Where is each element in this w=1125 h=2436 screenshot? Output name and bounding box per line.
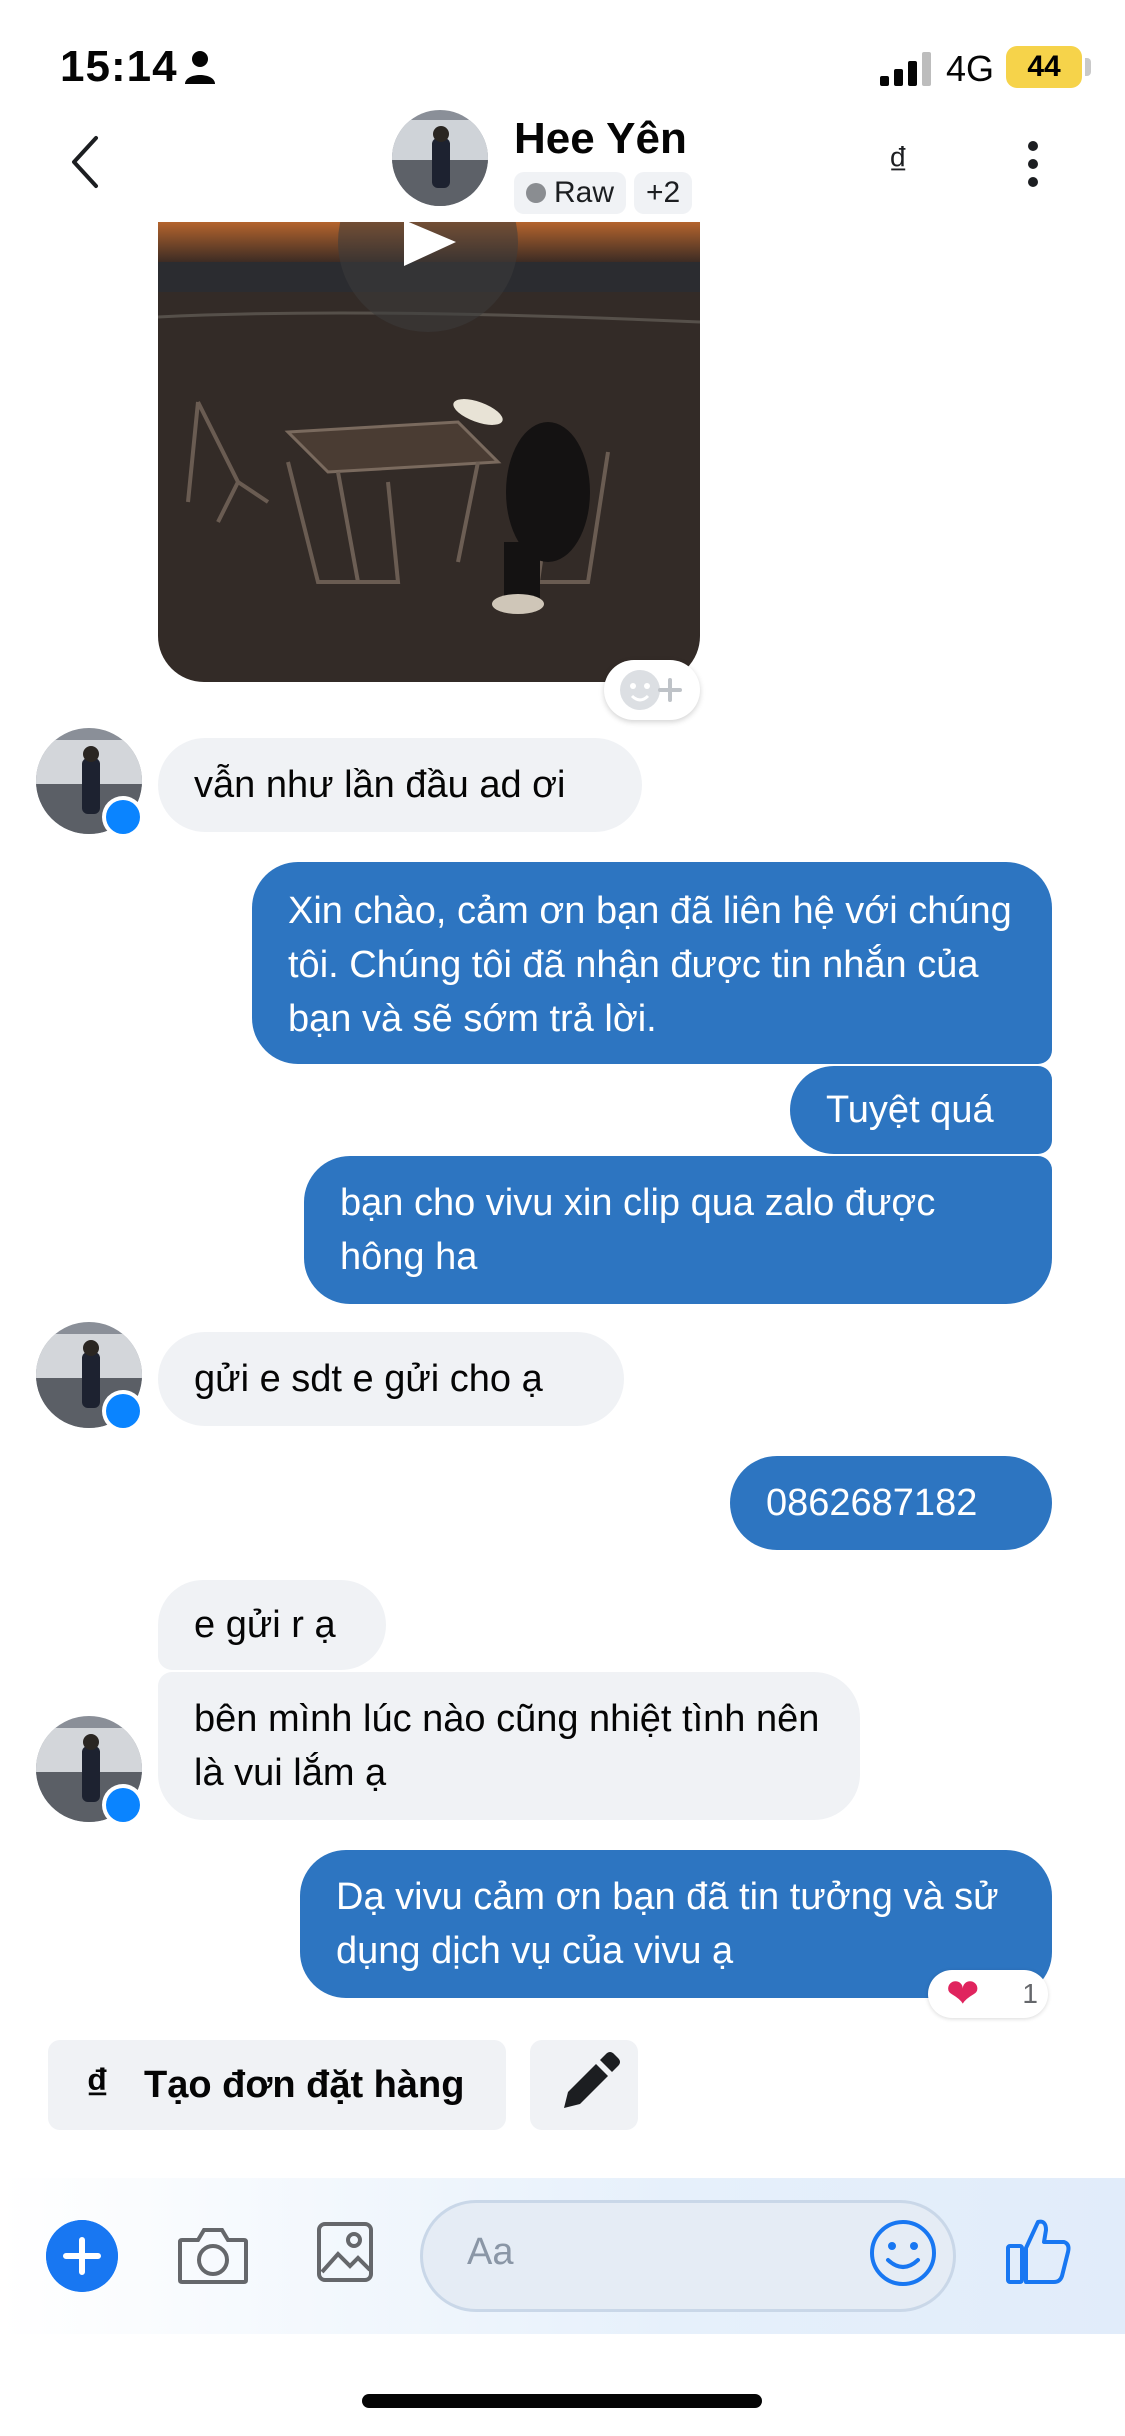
battery-cap: [1085, 58, 1091, 76]
chat-header: Hee Yên Raw +2 ₫: [0, 110, 1125, 220]
network-label: 4G: [946, 48, 995, 89]
message-outgoing[interactable]: Xin chào, cảm ơn bạn đã liên hệ với chún…: [252, 862, 1052, 1064]
message-outgoing[interactable]: Tuyệt quá: [790, 1066, 1052, 1154]
message-incoming[interactable]: vẫn như lần đầu ad ơi: [158, 738, 642, 832]
status-bar: 15:14 4G 44: [0, 0, 1125, 110]
tag-more[interactable]: +2: [634, 172, 693, 214]
message-incoming[interactable]: bên mình lúc nào cũng nhiệt tình nên là …: [158, 1672, 860, 1820]
message-outgoing[interactable]: 0862687182: [730, 1456, 1052, 1550]
message-outgoing[interactable]: bạn cho vivu xin clip qua zalo được hông…: [304, 1156, 1052, 1304]
message-reaction[interactable]: ❤ 1: [928, 1970, 1048, 2018]
more-icon[interactable]: [1020, 134, 1046, 194]
video-attachment[interactable]: [158, 222, 700, 682]
messenger-icon: [102, 796, 144, 838]
emoji-icon[interactable]: [868, 2218, 938, 2288]
message-incoming[interactable]: gửi e sdt e gửi cho ạ: [158, 1332, 624, 1426]
edit-button[interactable]: [530, 2040, 638, 2130]
composer-bar: Aa: [0, 2178, 1125, 2334]
tag-raw[interactable]: Raw: [514, 172, 627, 214]
contact-avatar[interactable]: [392, 110, 488, 206]
message-input-placeholder: Aa: [467, 2231, 514, 2273]
tag-label: Raw: [554, 176, 615, 209]
tag-dot: [526, 183, 546, 203]
home-indicator[interactable]: [362, 2394, 762, 2408]
add-reaction-button[interactable]: [604, 660, 700, 720]
image-icon[interactable]: [316, 2218, 374, 2284]
plus-icon[interactable]: [46, 2220, 118, 2292]
reaction-count: 1: [1022, 1978, 1038, 2009]
pencil-icon: [564, 2052, 620, 2108]
tag-row: Raw +2: [514, 172, 693, 214]
currency-icon: ₫: [86, 2060, 109, 2109]
status-time: 15:14: [60, 42, 178, 91]
create-order-button[interactable]: ₫ Tạo đơn đặt hàng: [48, 2040, 506, 2130]
person-icon: [185, 51, 215, 84]
battery-icon: 44: [1006, 46, 1082, 88]
create-order-label: Tạo đơn đặt hàng: [144, 2064, 465, 2106]
heart-icon: ❤: [946, 1972, 980, 2016]
messenger-icon: [102, 1390, 144, 1432]
contact-name[interactable]: Hee Yên: [514, 114, 687, 164]
battery-level: 44: [1027, 50, 1061, 83]
thumbs-up-icon[interactable]: [1004, 2214, 1074, 2288]
back-icon[interactable]: [66, 132, 106, 192]
message-incoming[interactable]: e gửi r ạ: [158, 1580, 386, 1670]
currency-icon[interactable]: ₫: [888, 140, 909, 185]
messenger-icon: [102, 1784, 144, 1826]
camera-icon[interactable]: [176, 2222, 250, 2288]
signal-icon: [880, 52, 931, 86]
